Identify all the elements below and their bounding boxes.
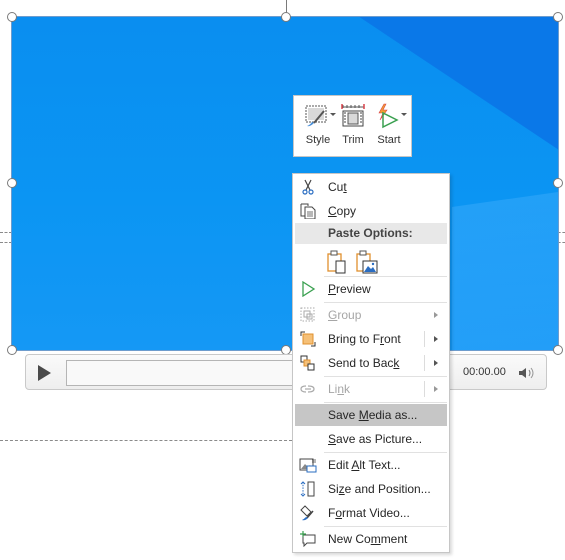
mini-toolbar: Style Trim Start	[293, 95, 412, 157]
submenu-arrow-icon[interactable]	[434, 360, 438, 366]
menu-item-new-comment[interactable]: New Comment	[295, 528, 447, 550]
slide-guide-line	[0, 440, 292, 441]
menu-item-copy[interactable]: Copy	[295, 200, 447, 222]
slide-guide-line	[558, 242, 565, 243]
resize-handle-bottom-right[interactable]	[553, 345, 563, 355]
alt-text-icon	[299, 458, 317, 473]
video-style-icon	[305, 105, 327, 127]
trim-label: Trim	[342, 134, 364, 146]
resize-handle-bottom-left[interactable]	[7, 345, 17, 355]
menu-item-link[interactable]: Link	[295, 378, 447, 400]
menu-item-label: Link	[328, 382, 351, 396]
media-player-bar: 00:00.00	[25, 354, 547, 390]
trim-video-icon	[341, 104, 365, 127]
menu-split-divider	[424, 355, 425, 371]
menu-item-label: Edit Alt Text...	[328, 458, 401, 472]
play-icon[interactable]	[38, 365, 51, 381]
send-to-back-icon	[300, 355, 315, 371]
menu-item-save-media-as[interactable]: Save Media as...	[295, 404, 447, 426]
link-icon	[300, 385, 315, 393]
preview-play-icon	[302, 281, 316, 297]
menu-item-size-and-position[interactable]: Size and Position...	[295, 478, 447, 500]
menu-item-label: Save as Picture...	[328, 432, 423, 446]
menu-item-label: Save Media as...	[328, 408, 418, 422]
speaker-icon[interactable]	[517, 365, 537, 381]
context-menu: Cut Copy Paste Options: Preview Group Br…	[292, 173, 450, 553]
new-comment-icon	[300, 531, 316, 547]
paste-options-header: Paste Options:	[295, 223, 447, 244]
menu-item-preview[interactable]: Preview	[295, 278, 447, 300]
menu-separator	[324, 276, 447, 277]
start-icon	[378, 103, 399, 129]
slide-guide-line	[558, 232, 565, 233]
start-label: Start	[377, 134, 401, 146]
resize-handle-top[interactable]	[281, 12, 291, 22]
size-position-icon	[300, 481, 315, 497]
resize-handle-right[interactable]	[553, 178, 563, 188]
menu-item-label: Copy	[328, 204, 357, 218]
paste-keep-source-icon[interactable]	[326, 250, 348, 274]
menu-split-divider	[424, 331, 425, 347]
menu-separator	[324, 526, 447, 527]
menu-separator	[324, 302, 447, 303]
menu-separator	[324, 452, 447, 453]
menu-separator	[324, 376, 447, 377]
group-icon	[300, 307, 315, 322]
menu-item-label: Send to Back	[328, 356, 400, 370]
video-object[interactable]	[11, 16, 559, 351]
playback-time: 00:00.00	[463, 366, 506, 378]
paste-options-label: Paste Options:	[328, 226, 413, 240]
menu-item-label: Preview	[328, 282, 371, 296]
menu-item-edit-alt-text[interactable]: Edit Alt Text...	[295, 454, 447, 476]
menu-separator	[324, 402, 447, 403]
menu-item-label: New Comment	[328, 532, 408, 546]
menu-item-cut[interactable]: Cut	[295, 176, 447, 198]
menu-item-label: Cut	[328, 180, 347, 194]
menu-item-label: Group	[328, 308, 362, 322]
style-label: Style	[305, 134, 331, 146]
menu-item-label: Bring to Front	[328, 332, 401, 346]
seek-bar[interactable]	[66, 360, 306, 386]
chevron-down-icon	[401, 113, 407, 116]
menu-item-label: Size and Position...	[328, 482, 431, 496]
menu-item-bring-to-front[interactable]: Bring to Front	[295, 328, 447, 350]
resize-handle-top-left[interactable]	[7, 12, 17, 22]
style-button[interactable]: Style	[300, 100, 336, 152]
scissors-icon	[302, 179, 314, 195]
submenu-arrow-icon[interactable]	[434, 336, 438, 342]
paste-picture-icon[interactable]	[355, 250, 379, 274]
slide-guide-line	[0, 242, 12, 243]
resize-handle-left[interactable]	[7, 178, 17, 188]
slide-guide-line	[0, 232, 12, 233]
resize-handle-top-right[interactable]	[553, 12, 563, 22]
menu-split-divider	[424, 381, 425, 397]
menu-item-save-as-picture[interactable]: Save as Picture...	[295, 428, 447, 450]
submenu-arrow-icon	[434, 386, 438, 392]
trim-button[interactable]: Trim	[335, 100, 371, 152]
start-button[interactable]: Start	[371, 100, 407, 152]
menu-item-group[interactable]: Group	[295, 304, 447, 326]
menu-item-format-video[interactable]: Format Video...	[295, 502, 447, 524]
format-video-icon	[300, 505, 314, 521]
bring-to-front-icon	[300, 331, 316, 347]
menu-item-send-to-back[interactable]: Send to Back	[295, 352, 447, 374]
copy-icon	[300, 203, 316, 219]
submenu-arrow-icon	[434, 312, 438, 318]
menu-item-label: Format Video...	[328, 506, 410, 520]
